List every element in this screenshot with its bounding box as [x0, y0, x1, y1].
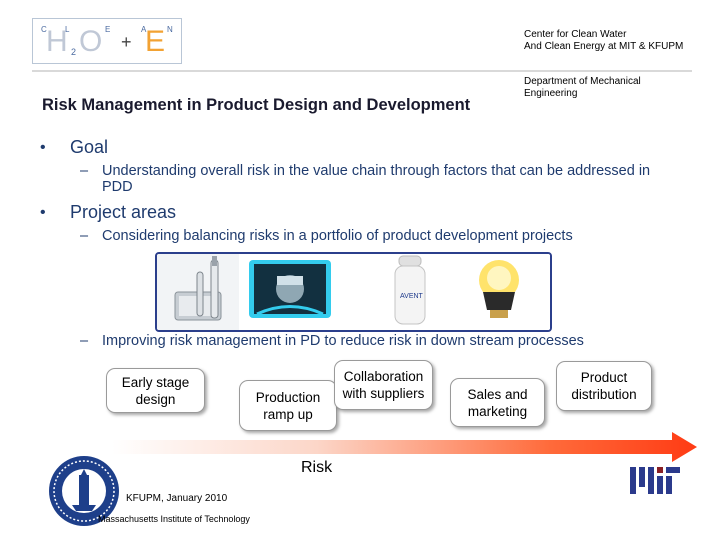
bullet-goal: Goal	[70, 137, 109, 157]
bullet-marker: •	[40, 139, 46, 156]
footer-institute: Massachusetts Institute of Technology	[98, 514, 250, 524]
production-ramp-up-box: Production ramp up	[239, 380, 337, 431]
bullet-project-areas: Project areas	[70, 202, 177, 222]
television-image	[239, 254, 339, 330]
logo-subscript: 2	[71, 47, 77, 57]
sales-marketing-label: Sales and marketing	[467, 386, 528, 419]
sales-marketing-box: Sales and marketing	[450, 378, 545, 427]
product-distribution-box: Product distribution	[556, 361, 652, 411]
toothbrush-image	[157, 254, 239, 330]
logo-letter-e: E	[105, 25, 111, 34]
logo-letter-n: N	[167, 25, 173, 34]
footer-date: KFUPM, January 2010	[126, 493, 228, 504]
product-images: AVENT	[155, 252, 552, 332]
logo-plus: +	[121, 32, 132, 52]
production-ramp-up-label: Production ramp up	[255, 389, 321, 422]
center-line-1: Center for Clean Water	[524, 29, 627, 40]
dept-line-2: Engineering	[524, 88, 578, 99]
collaboration-suppliers-label: Collaboration with suppliers	[342, 369, 425, 401]
slide-title: Risk Management in Product Design and De…	[42, 96, 471, 114]
goal-description: Understanding overall risk in the value …	[102, 163, 651, 195]
department-name: Department of Mechanical Engineering	[524, 76, 641, 100]
early-stage-design-label: Early stage design	[121, 374, 190, 407]
bottle-label: AVENT	[400, 293, 424, 300]
product-distribution-label: Product distribution	[571, 370, 637, 402]
header-divider	[32, 70, 692, 72]
light-bulb-image	[467, 254, 550, 330]
risk-arrow	[112, 430, 697, 464]
risk-label: Risk	[301, 459, 333, 476]
dash-marker: –	[80, 228, 89, 244]
baby-bottle-image: AVENT	[379, 254, 439, 330]
bullet-marker: •	[40, 204, 46, 221]
mit-logo	[630, 467, 680, 494]
center-line-2: And Clean Energy at MIT & KFUPM	[524, 41, 684, 52]
dash-marker: –	[80, 333, 89, 349]
collaboration-suppliers-box: Collaboration with suppliers	[334, 360, 433, 410]
dept-line-1: Department of Mechanical	[524, 76, 641, 87]
center-name: Center for Clean Water And Clean Energy …	[524, 29, 683, 53]
risk-management-description: Improving risk management in PD to reduc…	[102, 333, 584, 349]
project-areas-description: Considering balancing risks in a portfol…	[102, 228, 573, 244]
logo-o: O	[79, 25, 103, 58]
early-stage-design-box: Early stage design	[106, 368, 205, 413]
logo-h: H	[46, 25, 68, 58]
cleen-logo: C L E A N H 2 O + E	[32, 18, 182, 64]
dash-marker: –	[80, 163, 89, 179]
logo-e: E	[145, 25, 166, 58]
